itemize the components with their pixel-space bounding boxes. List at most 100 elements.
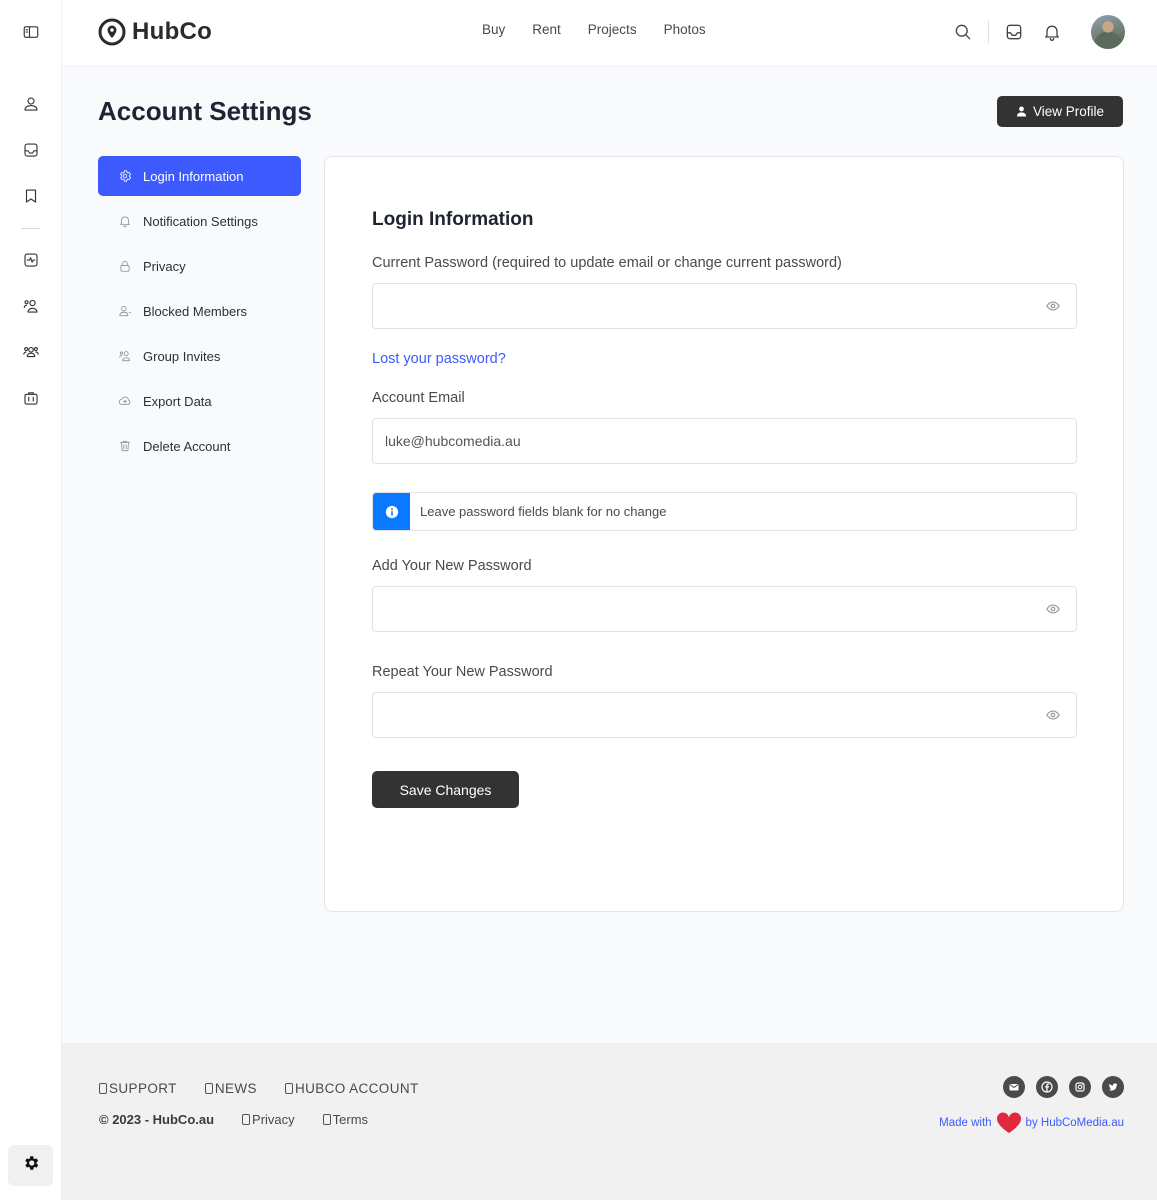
rail-divider [21, 228, 40, 229]
user-icon [1016, 106, 1027, 117]
user-icon[interactable] [19, 92, 43, 116]
footer-link-support[interactable]: SUPPORT [99, 1081, 177, 1096]
save-changes-button[interactable]: Save Changes [372, 771, 519, 808]
bell-icon [120, 216, 130, 228]
eye-icon[interactable] [1046, 708, 1060, 722]
footer-link-privacy[interactable]: Privacy [242, 1112, 295, 1127]
nav-photos[interactable]: Photos [664, 22, 706, 37]
user-block-icon [119, 305, 132, 317]
facebook-icon[interactable] [1036, 1076, 1058, 1098]
made-with-prefix: Made with [939, 1117, 992, 1129]
menu-item-label: Blocked Members [143, 303, 248, 319]
new-password-label: Add Your New Password [372, 558, 532, 574]
footer-link-label: Terms [332, 1112, 369, 1127]
activity-icon[interactable] [19, 248, 43, 272]
header-actions [952, 15, 1125, 49]
nav-rent[interactable]: Rent [532, 22, 561, 37]
menu-item-group-invites[interactable]: Group Invites [98, 336, 301, 376]
menu-item-delete-account[interactable]: Delete Account [98, 426, 301, 466]
location-pin-icon [98, 18, 126, 46]
search-icon[interactable] [952, 21, 974, 43]
menu-item-login-information[interactable]: Login Information [98, 156, 301, 196]
nav-projects[interactable]: Projects [588, 22, 637, 37]
eye-icon[interactable] [1046, 602, 1060, 616]
heart-icon [996, 1112, 1021, 1133]
current-password-label: Current Password (required to update ema… [372, 255, 842, 271]
sidebar-toggle-icon[interactable] [19, 20, 43, 44]
footer-link-label: Privacy [252, 1112, 295, 1127]
brand-logo[interactable]: HubCo [98, 18, 212, 46]
made-with-credit: Made with by HubCoMedia.au [939, 1112, 1124, 1134]
repeat-password-field [372, 692, 1077, 738]
header-divider [988, 21, 989, 43]
copyright: © 2023 - HubCo.au [99, 1112, 215, 1127]
menu-item-notification-settings[interactable]: Notification Settings [98, 201, 301, 241]
group-invite-icon [119, 351, 131, 362]
hubcomedia-link[interactable]: by HubCoMedia.au [1026, 1117, 1124, 1129]
new-password-input[interactable] [373, 587, 1076, 631]
left-rail [0, 0, 62, 1200]
footer-link-hubco-account[interactable]: HUBCO ACCOUNT [284, 1081, 419, 1096]
menu-item-label: Export Data [143, 393, 212, 409]
account-email-input[interactable] [373, 419, 1076, 463]
info-icon [373, 493, 410, 530]
inbox-icon[interactable] [19, 138, 43, 162]
menu-item-blocked-members[interactable]: Blocked Members [98, 291, 301, 331]
footer: SUPPORT NEWS HUBCO ACCOUNT © 2023 - HubC… [62, 1043, 1157, 1200]
friends-icon[interactable] [19, 294, 43, 318]
twitter-icon[interactable] [1102, 1076, 1124, 1098]
gear-icon [120, 170, 132, 182]
footer-links: SUPPORT NEWS HUBCO ACCOUNT [99, 1081, 447, 1096]
footer-link-terms[interactable]: Terms [322, 1112, 369, 1127]
section-title: Login Information [372, 209, 534, 230]
link-icon [322, 1114, 331, 1125]
view-profile-label: View Profile [1032, 104, 1105, 119]
email-icon[interactable] [1003, 1076, 1025, 1098]
current-password-input[interactable] [373, 284, 1076, 328]
avatar[interactable] [1091, 15, 1125, 49]
current-password-field [372, 283, 1077, 329]
link-icon [99, 1083, 107, 1094]
repeat-password-input[interactable] [373, 693, 1076, 737]
footer-link-label: SUPPORT [109, 1081, 177, 1096]
view-profile-button[interactable]: View Profile [997, 96, 1123, 127]
groups-icon[interactable] [19, 340, 43, 364]
info-notice: Leave password fields blank for no chang… [372, 492, 1077, 531]
menu-item-label: Delete Account [143, 438, 231, 454]
settings-button[interactable] [8, 1145, 53, 1186]
briefcase-icon[interactable] [19, 386, 43, 410]
link-icon [284, 1083, 293, 1094]
repeat-password-label: Repeat Your New Password [372, 664, 553, 680]
lock-icon [120, 260, 130, 272]
instagram-icon[interactable] [1069, 1076, 1091, 1098]
account-email-label: Account Email [372, 390, 465, 406]
menu-item-label: Privacy [143, 258, 186, 274]
link-icon [242, 1114, 251, 1125]
menu-item-privacy[interactable]: Privacy [98, 246, 301, 286]
social-links [1003, 1076, 1124, 1098]
new-password-field [372, 586, 1077, 632]
gear-icon [22, 1154, 40, 1177]
bell-icon[interactable] [1041, 21, 1063, 43]
inbox-icon[interactable] [1003, 21, 1025, 43]
footer-link-label: NEWS [214, 1081, 257, 1096]
link-icon [204, 1083, 213, 1094]
lost-password-link[interactable]: Lost your password? [372, 351, 506, 367]
eye-icon[interactable] [1046, 299, 1060, 313]
menu-item-label: Login Information [143, 168, 244, 184]
footer-link-news[interactable]: NEWS [204, 1081, 257, 1096]
nav-buy[interactable]: Buy [482, 22, 505, 37]
login-information-card: Login Information Current Password (requ… [324, 156, 1124, 912]
menu-item-label: Group Invites [143, 348, 221, 364]
footer-link-label: HUBCO ACCOUNT [294, 1081, 419, 1096]
page-title: Account Settings [98, 96, 312, 126]
menu-item-label: Notification Settings [143, 213, 258, 229]
menu-item-export-data[interactable]: Export Data [98, 381, 301, 421]
account-email-field [372, 418, 1077, 464]
footer-bottom: © 2023 - HubCo.au Privacy Terms [99, 1112, 396, 1127]
settings-menu: Login Information Notification Settings … [98, 156, 301, 471]
bookmark-icon[interactable] [19, 184, 43, 208]
brand-name: HubCo [132, 18, 213, 45]
cloud-upload-icon [118, 396, 131, 405]
notice-text: Leave password fields blank for no chang… [420, 504, 667, 519]
